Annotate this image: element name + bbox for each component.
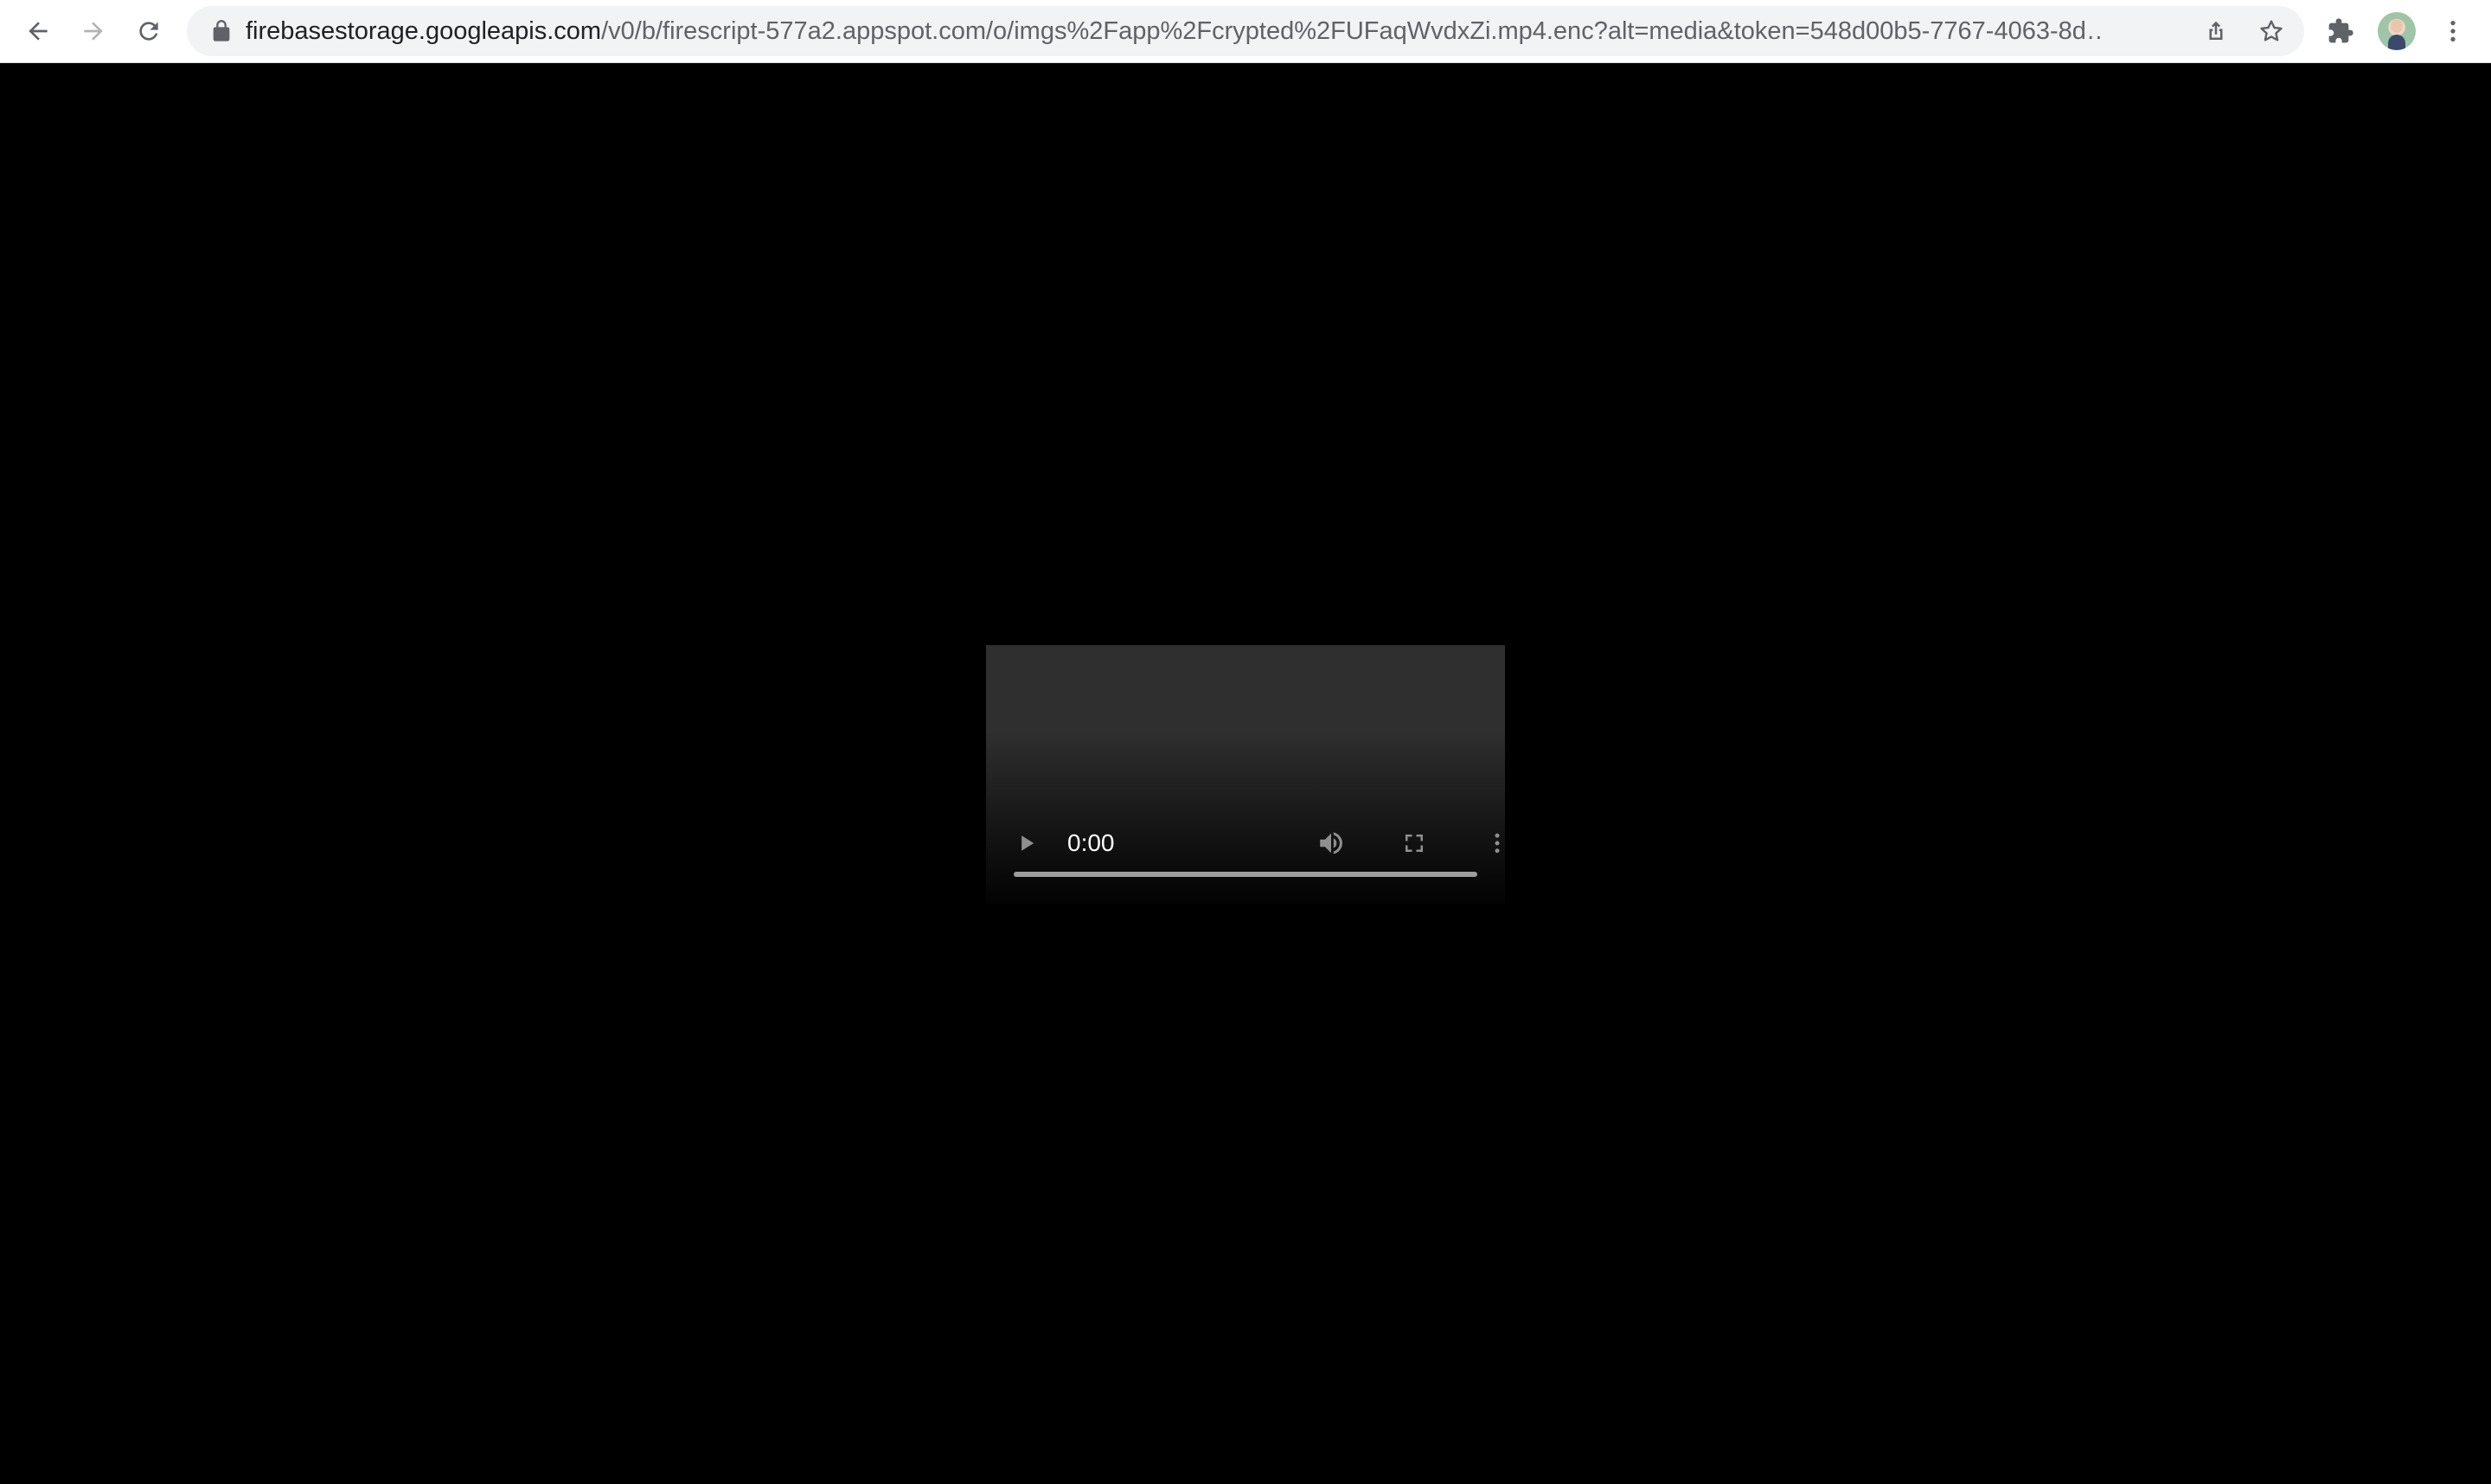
url-host: firebasestorage.googleapis.com [246,17,602,45]
avatar-body [2388,35,2405,50]
bookmark-button[interactable] [2252,12,2290,50]
browser-toolbar: firebasestorage.googleapis.com/v0/b/fire… [0,0,2491,63]
star-icon [2260,20,2283,42]
reload-icon [139,22,158,41]
video-player[interactable]: 0:00 [986,645,1505,905]
mute-button[interactable] [1311,823,1351,863]
play-icon [1021,835,1034,851]
share-button[interactable] [2197,12,2235,50]
browser-menu-button[interactable] [2430,9,2475,54]
kebab-menu-icon [2450,21,2456,42]
profile-avatar[interactable] [2378,12,2416,50]
back-arrow-icon [29,22,48,41]
page-viewport: 0:00 [0,64,2491,1484]
lock-icon [213,20,230,42]
forward-button[interactable] [71,9,116,54]
share-icon [2209,21,2223,40]
fullscreen-button[interactable] [1394,823,1434,863]
url-path: /v0/b/firescript-577a2.appspot.com/o/img… [601,17,2105,45]
extensions-button[interactable] [2318,9,2363,54]
video-overflow-menu-button[interactable] [1477,823,1505,863]
kebab-menu-icon [1495,833,1500,854]
reload-button[interactable] [126,9,171,54]
puzzle-icon [2328,18,2353,43]
volume-icon [1320,832,1342,854]
back-button[interactable] [16,9,61,54]
current-time: 0:00 [1067,829,1115,856]
video-timeline[interactable] [1014,872,1477,877]
play-button[interactable] [1007,823,1047,863]
url-text[interactable]: firebasestorage.googleapis.com/v0/b/fire… [246,6,2105,56]
avatar-head [2391,19,2403,33]
video-controls: 0:00 [986,813,1505,873]
forward-arrow-icon [84,22,103,41]
address-bar[interactable]: firebasestorage.googleapis.com/v0/b/fire… [187,6,2304,56]
fullscreen-icon [1406,835,1423,852]
